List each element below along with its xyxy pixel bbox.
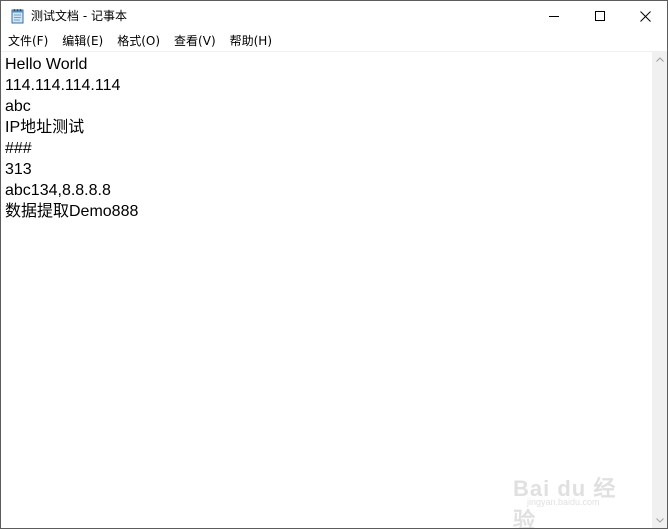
watermark: Bai du 经验 jingyan.baidu.com [509,459,637,528]
text-line: Hello World [5,56,88,73]
text-line: ### [5,140,32,157]
close-button[interactable] [622,1,667,31]
menu-file[interactable]: 文件(F) [1,31,55,51]
title-bar[interactable]: 测试文档 - 记事本 [1,1,667,31]
menu-format[interactable]: 格式(O) [110,31,167,51]
text-line: 313 [5,161,32,178]
minimize-button[interactable] [531,1,577,31]
scroll-up-button[interactable] [652,51,667,68]
text-line: IP地址测试 [5,119,85,136]
window-title: 测试文档 - 记事本 [31,9,127,23]
menu-edit[interactable]: 编辑(E) [55,31,110,51]
menu-bar: 文件(F) 编辑(E) 格式(O) 查看(V) 帮助(H) [1,31,667,51]
notepad-icon[interactable] [10,8,25,24]
chevron-down-icon [656,518,664,523]
watermark-site: jingyan.baidu.com [527,497,600,507]
text-line: 数据提取Demo888 [5,203,139,220]
text-line: abc [5,98,31,115]
scroll-down-button[interactable] [652,512,667,528]
menu-help[interactable]: 帮助(H) [223,31,279,51]
notepad-window: 测试文档 - 记事本 文件(F) 编辑(E) 格式(O) 查看(V) 帮助(H)… [0,0,668,529]
chevron-up-icon [656,57,664,62]
vertical-scrollbar[interactable] [652,51,667,528]
close-icon [639,10,651,22]
text-line: abc134,8.8.8.8 [5,182,111,199]
maximize-icon [595,11,605,21]
menu-view[interactable]: 查看(V) [167,31,223,51]
text-editor[interactable]: Hello World 114.114.114.114 abc IP地址测试 #… [1,51,652,528]
maximize-button[interactable] [577,1,623,31]
minimize-icon [549,16,559,17]
text-line: 114.114.114.114 [5,77,121,94]
